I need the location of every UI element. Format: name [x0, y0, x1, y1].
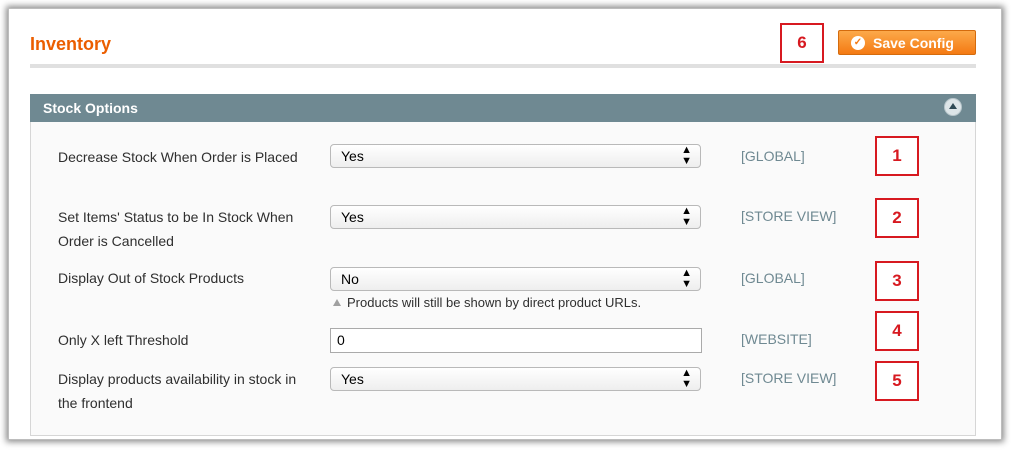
- availability-select[interactable]: Yes ▲ ▼: [330, 367, 701, 391]
- checkmark-icon: ✓: [851, 35, 865, 50]
- scope-label: [STORE VIEW]: [741, 370, 837, 386]
- callout-marker-2: 2: [875, 198, 919, 238]
- select-arrows-icon: ▲ ▼: [681, 267, 692, 290]
- select-value: Yes: [341, 209, 364, 225]
- field-label-threshold: Only X left Threshold: [58, 332, 189, 348]
- scope-label: [GLOBAL]: [741, 148, 805, 164]
- field-label-availability: Display products availability in stock i…: [58, 371, 297, 411]
- callout-marker-1: 1: [875, 136, 919, 176]
- save-config-label: Save Config: [873, 34, 954, 51]
- field-label-items-status: Set Items' Status to be In Stock When Or…: [58, 209, 294, 249]
- collapse-icon[interactable]: [944, 98, 962, 116]
- select-value: Yes: [341, 148, 364, 164]
- field-note: Products will still be shown by direct p…: [333, 295, 641, 310]
- section-header-stock-options[interactable]: Stock Options: [30, 94, 976, 122]
- items-status-select[interactable]: Yes ▲ ▼: [330, 205, 701, 229]
- callout-marker-5: 5: [875, 361, 919, 401]
- threshold-input[interactable]: 0: [330, 328, 702, 353]
- select-value: Yes: [341, 371, 364, 387]
- field-label-display-out-of-stock: Display Out of Stock Products: [58, 270, 244, 286]
- scope-label: [WEBSITE]: [741, 331, 812, 347]
- select-value: No: [341, 271, 359, 287]
- title-divider: [30, 64, 976, 68]
- scope-label: [STORE VIEW]: [741, 208, 837, 224]
- callout-marker-6: 6: [780, 23, 824, 63]
- select-arrows-icon: ▲ ▼: [681, 367, 692, 390]
- section-title: Stock Options: [43, 100, 138, 116]
- callout-marker-3: 3: [875, 261, 919, 301]
- scope-label: [GLOBAL]: [741, 270, 805, 286]
- field-label-decrease-stock: Decrease Stock When Order is Placed: [58, 149, 298, 165]
- note-text: Products will still be shown by direct p…: [347, 295, 642, 310]
- decrease-stock-select[interactable]: Yes ▲ ▼: [330, 144, 701, 168]
- select-arrows-icon: ▲ ▼: [681, 205, 692, 228]
- display-out-of-stock-select[interactable]: No ▲ ▼: [330, 267, 701, 291]
- note-triangle-icon: [333, 299, 341, 306]
- callout-marker-4: 4: [875, 311, 919, 351]
- select-arrows-icon: ▲ ▼: [681, 144, 692, 167]
- page-title: Inventory: [30, 34, 112, 54]
- save-config-button[interactable]: ✓ Save Config: [838, 30, 976, 55]
